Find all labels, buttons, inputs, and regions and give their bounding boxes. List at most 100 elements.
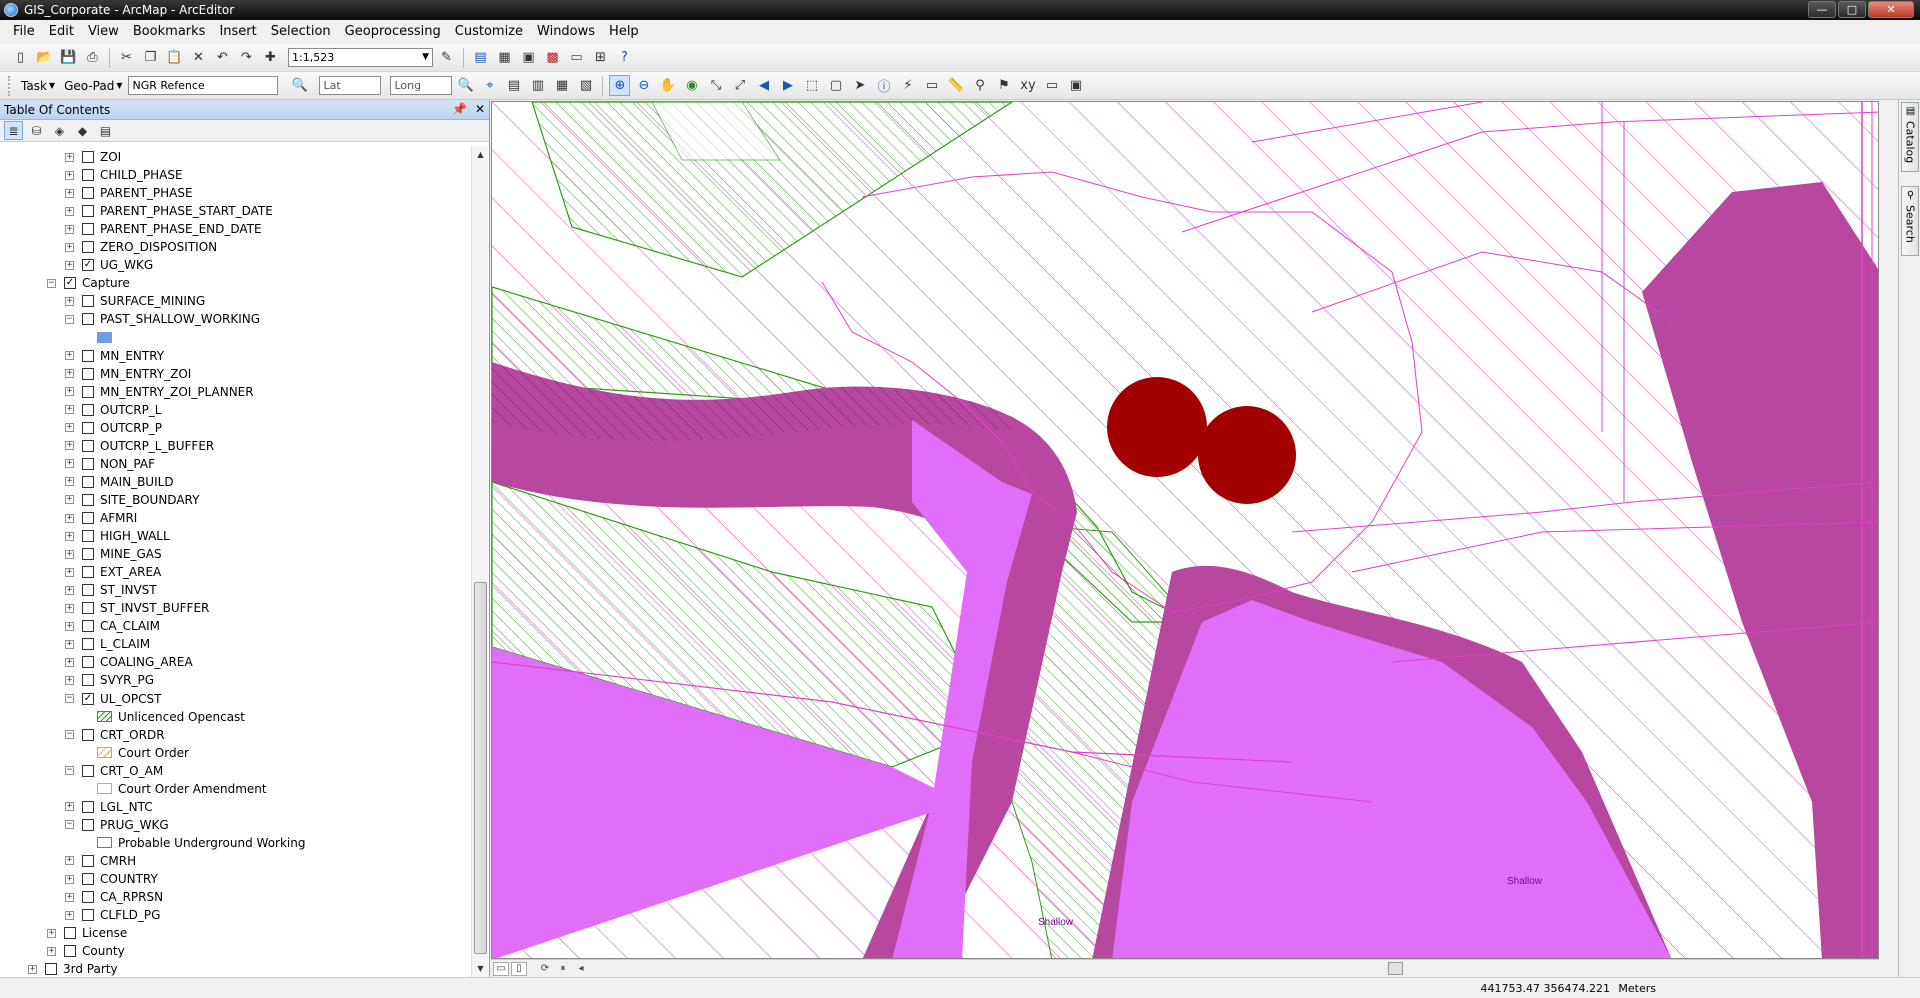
export-tool-icon[interactable]: ▧ bbox=[575, 75, 596, 96]
layer-item[interactable]: + ST_INVST_BUFFER bbox=[65, 599, 209, 617]
layer-visibility-checkbox[interactable] bbox=[82, 349, 94, 362]
expand-icon[interactable]: + bbox=[65, 369, 74, 379]
pin-icon[interactable]: 📌 bbox=[452, 102, 467, 116]
layer-visibility-checkbox[interactable] bbox=[82, 800, 94, 813]
layer-item[interactable]: +3rd Party bbox=[28, 960, 118, 977]
expand-icon[interactable]: + bbox=[65, 639, 74, 649]
paste-icon[interactable]: 📋 bbox=[164, 47, 185, 68]
expand-icon[interactable]: + bbox=[65, 441, 74, 451]
layer-visibility-checkbox[interactable] bbox=[82, 313, 94, 326]
layer-item[interactable]: + LGL_NTC bbox=[65, 798, 153, 816]
layer-visibility-checkbox[interactable] bbox=[82, 728, 94, 741]
expand-icon[interactable]: + bbox=[65, 910, 74, 920]
forward-extent-icon[interactable]: ▶ bbox=[777, 75, 798, 96]
layer-item[interactable]: + MAIN_BUILD bbox=[65, 473, 174, 491]
new-document-icon[interactable]: ▯ bbox=[10, 47, 31, 68]
open-folder-icon[interactable]: 📂 bbox=[34, 47, 55, 68]
fixed-zoom-in-icon[interactable]: ⤡ bbox=[705, 75, 726, 96]
catalog-side-tab[interactable]: ▤ Catalog bbox=[1901, 102, 1919, 172]
layer-item[interactable]: + CA_RPRSN bbox=[65, 888, 163, 906]
time-slider-icon[interactable]: ▭ bbox=[1041, 75, 1062, 96]
fixed-zoom-out-icon[interactable]: ⤢ bbox=[729, 75, 750, 96]
editor-toolbar-icon[interactable]: ✎ bbox=[436, 47, 457, 68]
layer-item[interactable]: + CHILD_PHASE bbox=[65, 166, 183, 184]
layer-visibility-checkbox[interactable] bbox=[82, 421, 94, 434]
layer-visibility-checkbox[interactable] bbox=[64, 927, 76, 940]
layer-visibility-checkbox[interactable] bbox=[82, 764, 94, 777]
layout-view-icon[interactable]: ▯ bbox=[511, 961, 527, 976]
layer-item[interactable]: + County bbox=[47, 942, 125, 960]
layer-visibility-checkbox[interactable] bbox=[82, 818, 94, 831]
collapse-icon[interactable]: − bbox=[65, 314, 74, 324]
toc-scroll-thumb[interactable] bbox=[474, 582, 487, 954]
layer-visibility-checkbox[interactable] bbox=[82, 205, 94, 218]
expand-icon[interactable]: + bbox=[65, 477, 74, 487]
layer-visibility-checkbox[interactable] bbox=[82, 187, 94, 200]
pause-drawing-icon[interactable]: ⏸ bbox=[555, 962, 571, 976]
table-of-contents-window-icon[interactable]: ▤ bbox=[470, 47, 491, 68]
cut-icon[interactable]: ✂ bbox=[116, 47, 137, 68]
legend-entry[interactable]: Court Order bbox=[97, 744, 189, 762]
layer-item[interactable]: + OUTCRP_L_BUFFER bbox=[65, 437, 214, 455]
layer-visibility-checkbox[interactable] bbox=[82, 151, 94, 163]
layer-item[interactable]: + CLFLD_PG bbox=[65, 906, 160, 924]
layer-item[interactable]: + PARENT_PHASE_START_DATE bbox=[65, 202, 273, 220]
expand-icon[interactable]: + bbox=[28, 964, 37, 974]
redo-icon[interactable]: ↷ bbox=[236, 47, 257, 68]
refresh-icon[interactable]: ⟳ bbox=[537, 962, 553, 976]
legend-entry[interactable]: Court Order Amendment bbox=[97, 780, 267, 798]
expand-icon[interactable]: + bbox=[65, 495, 74, 505]
layer-item[interactable]: + AFMRI bbox=[65, 509, 137, 527]
layer-item[interactable]: + MN_ENTRY_ZOI_PLANNER bbox=[65, 383, 254, 401]
whats-this-help-icon[interactable]: ? bbox=[614, 47, 635, 68]
expand-icon[interactable]: + bbox=[65, 657, 74, 667]
expand-icon[interactable]: + bbox=[65, 513, 74, 523]
layer-item[interactable]: + HIGH_WALL bbox=[65, 527, 170, 545]
locate-tool-icon[interactable]: ⌖ bbox=[479, 75, 500, 96]
back-extent-icon[interactable]: ◀ bbox=[753, 75, 774, 96]
layer-visibility-checkbox[interactable] bbox=[82, 530, 94, 543]
data-view-icon[interactable]: ▭ bbox=[493, 961, 509, 976]
geopad-dropdown[interactable]: Geo-Pad ▼ bbox=[61, 79, 125, 93]
copy-icon[interactable]: ❐ bbox=[140, 47, 161, 68]
latitude-input[interactable]: Lat bbox=[319, 76, 382, 95]
layer-item[interactable]: − ✓ UL_OPCST bbox=[65, 690, 161, 708]
report-tool-icon[interactable]: ▤ bbox=[503, 75, 524, 96]
scroll-up-icon[interactable]: ▲ bbox=[472, 146, 489, 163]
layer-visibility-checkbox[interactable] bbox=[82, 674, 94, 687]
print-icon[interactable]: ⎙ bbox=[82, 47, 103, 68]
list-by-selection-icon[interactable]: ◆ bbox=[73, 121, 92, 140]
layer-visibility-checkbox[interactable] bbox=[82, 295, 94, 308]
layer-item[interactable]: − ✓ Capture bbox=[47, 274, 130, 292]
menu-file[interactable]: File bbox=[6, 21, 42, 43]
layer-item[interactable]: + OUTCRP_L bbox=[65, 401, 162, 419]
html-popup-icon[interactable]: ▭ bbox=[921, 75, 942, 96]
catalog-window-icon[interactable]: ▦ bbox=[494, 47, 515, 68]
task-dropdown[interactable]: Task ▼ bbox=[18, 79, 58, 93]
layer-item[interactable]: + PARENT_PHASE bbox=[65, 184, 193, 202]
menu-bookmarks[interactable]: Bookmarks bbox=[126, 21, 213, 43]
expand-icon[interactable]: + bbox=[65, 874, 74, 884]
layer-item[interactable]: + NON_PAF bbox=[65, 455, 155, 473]
collapse-icon[interactable]: − bbox=[65, 694, 74, 703]
layer-visibility-checkbox[interactable]: ✓ bbox=[82, 692, 94, 705]
expand-icon[interactable]: + bbox=[65, 170, 74, 180]
list-by-drawing-order-icon[interactable]: ≣ bbox=[4, 121, 23, 140]
layer-visibility-checkbox[interactable] bbox=[64, 945, 76, 958]
layer-visibility-checkbox[interactable] bbox=[82, 475, 94, 488]
layer-item[interactable]: + PARENT_PHASE_END_DATE bbox=[65, 220, 262, 238]
expand-icon[interactable]: + bbox=[65, 892, 74, 902]
layer-item[interactable]: + ZOI bbox=[65, 148, 121, 166]
layer-visibility-checkbox[interactable] bbox=[82, 512, 94, 524]
expand-icon[interactable]: + bbox=[65, 242, 74, 252]
collapse-icon[interactable]: − bbox=[47, 278, 56, 288]
map-view[interactable]: Shallow Shallow bbox=[491, 101, 1879, 959]
layer-item[interactable]: + CMRH bbox=[65, 852, 136, 870]
layer-item[interactable]: + License bbox=[47, 924, 127, 942]
find-route-icon[interactable]: ⚑ bbox=[993, 75, 1014, 96]
collapse-icon[interactable]: − bbox=[65, 766, 74, 776]
map-hscroll-thumb[interactable] bbox=[1388, 962, 1403, 975]
layer-visibility-checkbox[interactable] bbox=[82, 403, 94, 416]
menu-selection[interactable]: Selection bbox=[264, 21, 338, 43]
list-by-source-icon[interactable]: ⛁ bbox=[27, 121, 46, 140]
